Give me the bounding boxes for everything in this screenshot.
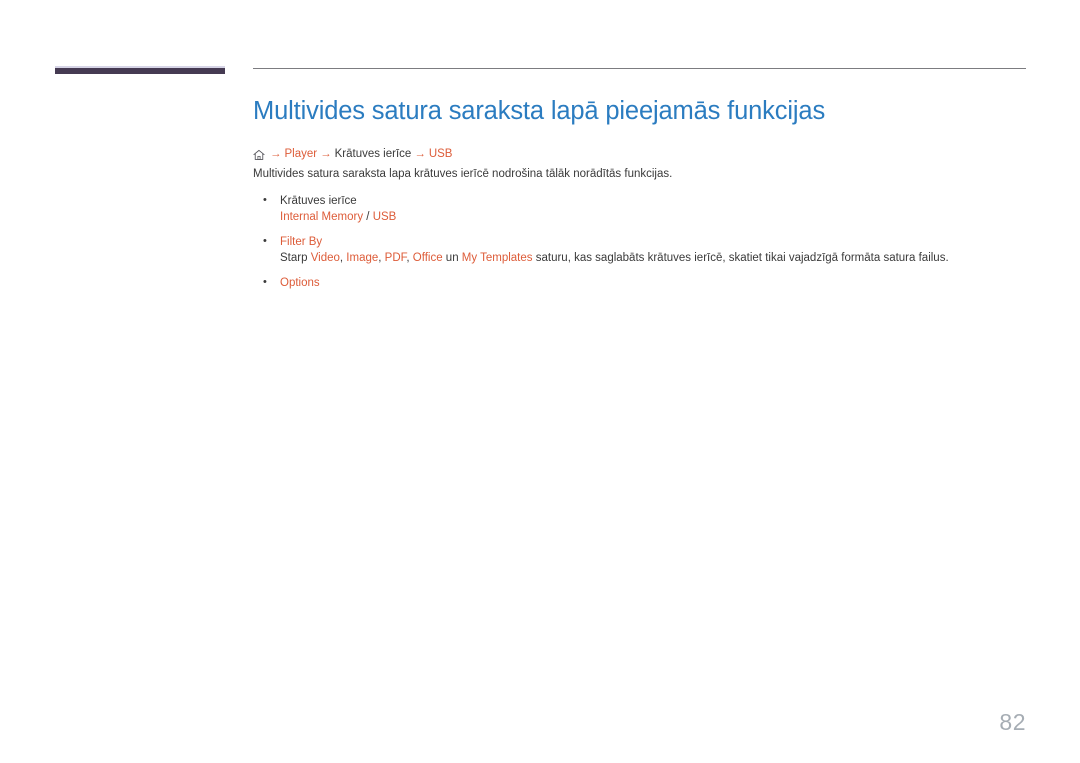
header-accent-bar: [55, 66, 225, 74]
feature-list: Krātuves ierīce Internal Memory / USB Fi…: [253, 192, 1028, 291]
page-content: Multivides satura saraksta lapā pieejamā…: [253, 96, 1028, 300]
list-item: Options: [253, 274, 1028, 291]
list-item-heading-options: Options: [280, 277, 320, 290]
list-item-heading-filter-by: Filter By: [280, 236, 323, 249]
page-title: Multivides satura saraksta lapā pieejamā…: [253, 97, 826, 125]
option-separator: /: [363, 211, 373, 224]
page-number: 82: [999, 709, 1026, 735]
breadcrumb: → Player → Krātuves ierīce → USB: [253, 147, 1028, 161]
list-item: Krātuves ierīce Internal Memory / USB: [253, 192, 1028, 225]
list-item-detail-filter-by: Starp Video, Image, PDF, Office un My Te…: [280, 250, 1028, 266]
breadcrumb-item-player[interactable]: Player: [285, 147, 318, 161]
filter-option-video[interactable]: Video: [311, 252, 340, 264]
breadcrumb-arrow-2: →: [320, 147, 332, 160]
list-item-heading-storage-device: Krātuves ierīce: [280, 195, 357, 208]
breadcrumb-arrow-3: →: [414, 147, 426, 160]
filter-conjunction: un: [442, 252, 462, 265]
filter-text-prefix: Starp: [280, 252, 311, 265]
filter-text-suffix: saturu, kas saglabāts krātuves ierīcē, s…: [532, 252, 949, 265]
breadcrumb-arrow-1: →: [270, 147, 282, 160]
filter-option-my-templates[interactable]: My Templates: [462, 252, 533, 264]
option-internal-memory[interactable]: Internal Memory: [280, 211, 363, 223]
option-usb[interactable]: USB: [373, 211, 397, 223]
breadcrumb-item-usb[interactable]: USB: [429, 147, 453, 161]
home-icon: [253, 149, 265, 161]
filter-option-office[interactable]: Office: [413, 252, 443, 264]
intro-paragraph: Multivides satura saraksta lapa krātuves…: [253, 167, 673, 180]
list-item-detail-storage-device: Internal Memory / USB: [280, 209, 1028, 225]
filter-option-pdf[interactable]: PDF: [385, 252, 407, 264]
filter-option-image[interactable]: Image: [346, 252, 378, 264]
header-divider-rule: [253, 68, 1026, 69]
list-item: Filter By Starp Video, Image, PDF, Offic…: [253, 233, 1028, 266]
breadcrumb-item-storage-device[interactable]: Krātuves ierīce: [335, 147, 412, 161]
